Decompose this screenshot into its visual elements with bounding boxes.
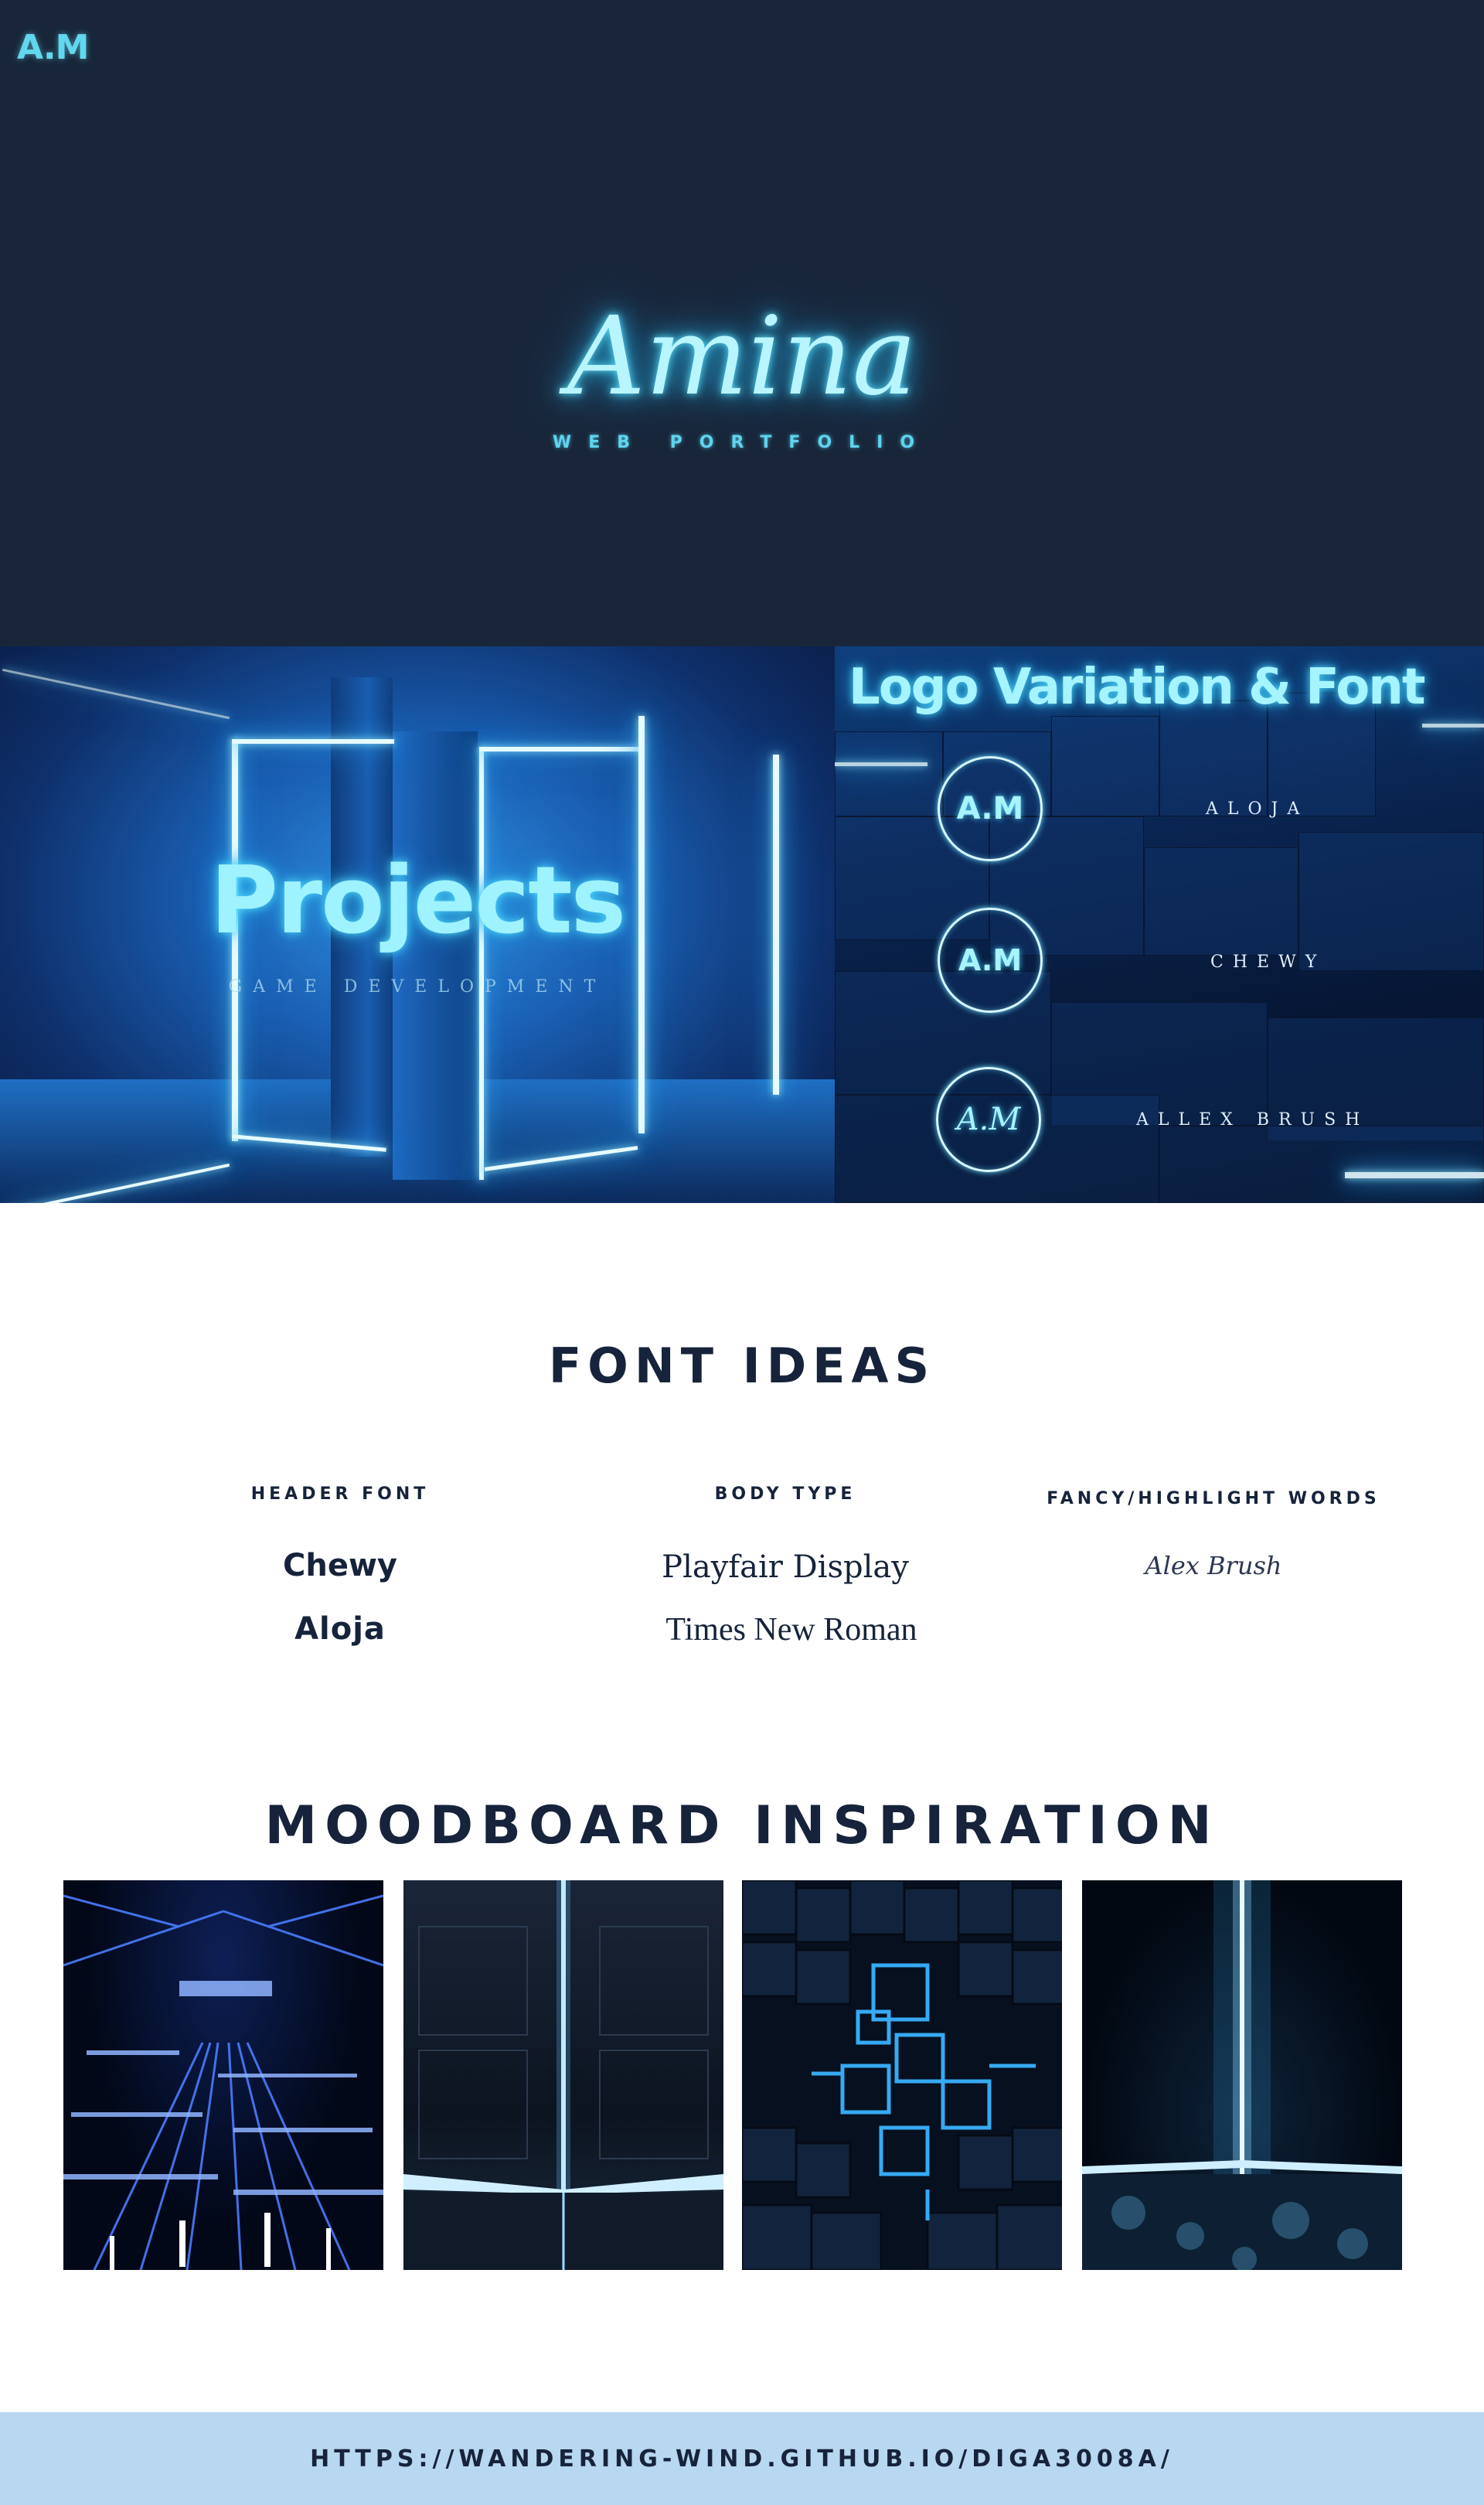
footer-url-link[interactable]: HTTPS://WANDERING-WIND.GITHUB.IO/DIGA300…	[310, 2445, 1174, 2473]
font-ideas-title: FONT IDEAS	[548, 1338, 936, 1394]
footer: HTTPS://WANDERING-WIND.GITHUB.IO/DIGA300…	[0, 2412, 1484, 2505]
bg-tile	[1159, 1126, 1484, 1203]
logo-font-label-chewy: CHEWY	[1210, 953, 1326, 972]
font-sample-playfair: Playfair Display	[662, 1549, 909, 1585]
fancy-words-heading: FANCY/HIGHLIGHT WORDS	[1047, 1489, 1380, 1508]
logo-variations-title: Logo Variation & Font	[849, 659, 1425, 716]
projects-title[interactable]: Projects	[0, 847, 835, 955]
neon-line	[2, 668, 230, 720]
projects-subtitle: GAME DEVELOPMENT	[228, 977, 607, 997]
bg-tile	[1298, 832, 1484, 971]
projects-pillar-side	[393, 731, 478, 1180]
bg-tile	[835, 731, 943, 816]
neon-line	[232, 739, 394, 744]
logo-font-label-aloja: ALOJA	[1206, 799, 1309, 819]
bg-tile	[1144, 847, 1298, 956]
neon-edge	[835, 762, 928, 766]
neon-edge	[1422, 724, 1484, 728]
logo-font-label-brush: ALLEX BRUSH	[1136, 1110, 1370, 1130]
moodboard-title: MOODBOARD INSPIRATION	[264, 1795, 1220, 1856]
body-type-heading: BODY TYPE	[714, 1484, 856, 1504]
neon-line	[479, 747, 484, 1180]
font-sample-chewy: Chewy	[283, 1548, 397, 1583]
corner-light-room-image	[403, 1880, 723, 2270]
header-font-heading: HEADER FONT	[250, 1484, 430, 1504]
logo-mark-aloja: A.M	[938, 756, 1043, 861]
hero-section: A.M Amina WEB PORTFOLIO	[0, 0, 1484, 646]
logo-mark-chewy: A.M	[938, 908, 1043, 1013]
glowing-cubes-image	[742, 1880, 1062, 2270]
font-sample-alex-brush: Alex Brush	[1145, 1551, 1282, 1580]
light-beam-smoke-image	[1082, 1880, 1402, 2270]
hero-subtitle: WEB PORTFOLIO	[552, 433, 932, 452]
neon-grid-city-image	[63, 1880, 383, 2270]
hero-title: Amina	[567, 294, 917, 420]
font-sample-times: Times New Roman	[665, 1612, 917, 1648]
site-logo[interactable]: A.M	[17, 28, 89, 67]
logo-mark-brush: A.M	[936, 1067, 1041, 1172]
neon-edge	[1345, 1172, 1484, 1178]
font-sample-aloja: Aloja	[294, 1611, 386, 1647]
bg-tile	[1051, 716, 1159, 816]
neon-line	[479, 747, 642, 752]
